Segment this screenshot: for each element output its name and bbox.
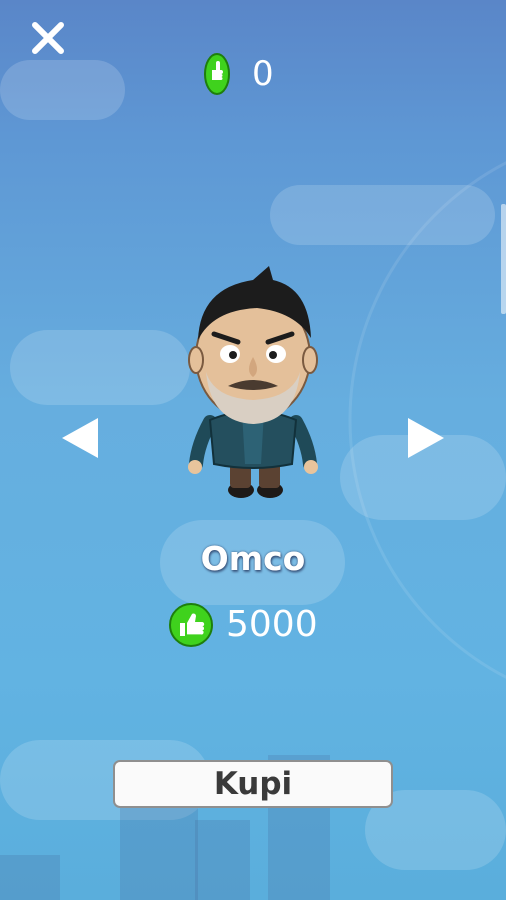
shop-screen: 0 Omco 5000 Kupi: [0, 0, 506, 900]
background-building: [120, 800, 198, 900]
background-building: [195, 820, 250, 900]
close-icon: [32, 22, 64, 54]
background-building: [0, 855, 60, 900]
close-button[interactable]: [28, 18, 68, 58]
coin-balance-icon: [203, 52, 231, 96]
price-value: 5000: [226, 604, 318, 645]
arrow-right-icon: [408, 418, 444, 458]
character-preview: [188, 266, 318, 498]
thumbs-up-coin-icon: [169, 603, 213, 647]
next-character-button[interactable]: [404, 414, 448, 462]
character-price: 5000: [168, 600, 348, 648]
buy-button[interactable]: Kupi: [113, 760, 393, 808]
character-name: Omco: [200, 539, 306, 578]
thumbs-up-coin-icon: [204, 53, 230, 95]
coin-balance-count: 0: [252, 54, 274, 94]
arrow-left-icon: [62, 418, 98, 458]
previous-character-button[interactable]: [58, 414, 102, 462]
scroll-indicator: [501, 204, 506, 314]
